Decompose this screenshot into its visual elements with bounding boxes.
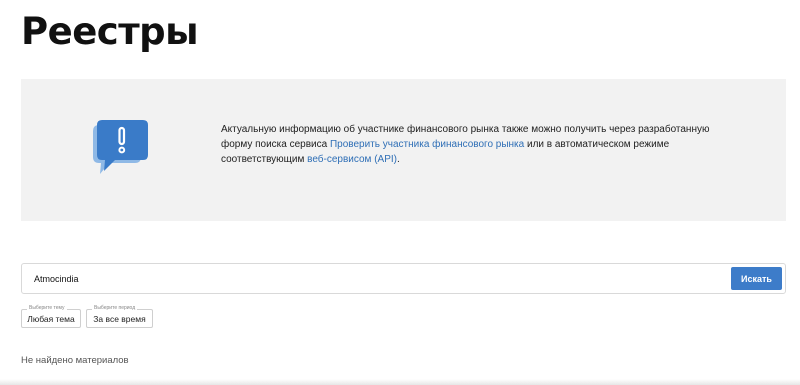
check-participant-link[interactable]: Проверить участника финансового рынка xyxy=(330,139,524,150)
topic-filter[interactable]: Выберите тему Любая тема xyxy=(21,305,81,328)
period-filter-value: За все время xyxy=(93,314,146,324)
search-input[interactable] xyxy=(30,270,728,288)
period-filter-caption: Выберите период xyxy=(92,305,138,312)
bottom-shadow xyxy=(0,379,800,385)
web-service-api-link[interactable]: веб-сервисом (API) xyxy=(307,154,397,165)
info-text: Актуальную информацию об участнике финан… xyxy=(221,122,741,167)
period-filter[interactable]: Выберите период За все время xyxy=(86,305,153,328)
topic-filter-value: Любая тема xyxy=(27,314,75,324)
chat-bubble-exclamation-icon xyxy=(93,120,148,174)
info-text-after: . xyxy=(396,154,400,165)
no-results-message: Не найдено материалов xyxy=(21,355,129,366)
page-title: Реестры xyxy=(21,10,199,53)
topic-filter-caption: Выберите тему xyxy=(27,305,67,312)
search-box: Искать xyxy=(21,263,786,294)
search-button[interactable]: Искать xyxy=(731,267,782,290)
info-panel: Актуальную информацию об участнике финан… xyxy=(21,79,786,221)
